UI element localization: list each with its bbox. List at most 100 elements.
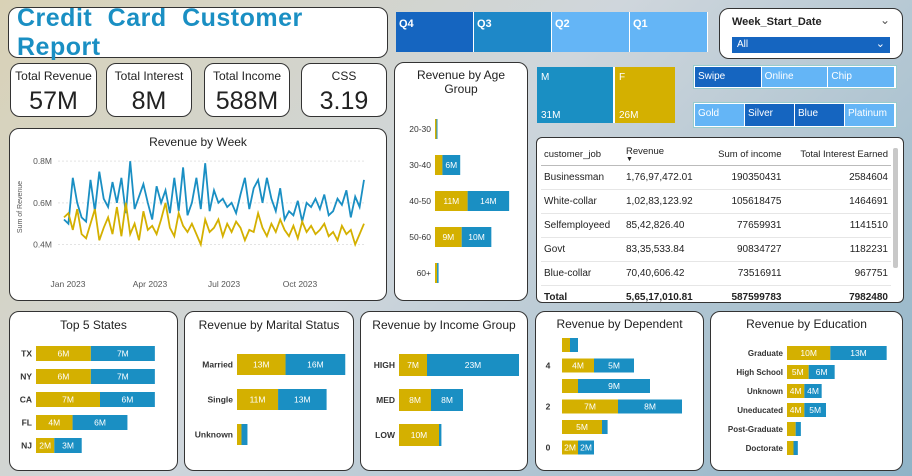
card-silver-button[interactable]: Silver <box>745 104 795 126</box>
bar[interactable] <box>787 422 796 436</box>
chart-title: Revenue by Age Group <box>416 68 506 96</box>
week-slicer-label: Week_Start_Date <box>732 16 822 28</box>
cell: 967751 <box>784 261 891 286</box>
data-label: 7M <box>117 349 129 359</box>
channel-online-button[interactable]: Online <box>761 67 829 87</box>
header-customer-job[interactable]: customer_job <box>541 143 623 166</box>
bar[interactable] <box>435 263 438 283</box>
data-label: 7M <box>62 395 74 405</box>
bar[interactable] <box>435 155 443 175</box>
table-row[interactable]: Selfemployeed 85,42,826.40 77659931 1141510 <box>541 213 891 238</box>
series-line <box>63 161 365 226</box>
chart-title: Revenue by Marital Status <box>198 318 340 332</box>
channel-slicer: Swipe Online Chip <box>694 66 896 88</box>
card-type-slicer: Gold Silver Blue Platinum <box>694 103 896 127</box>
bar[interactable] <box>787 441 794 455</box>
data-label: 8M <box>409 395 421 405</box>
table-row[interactable]: White-collar 1,02,83,123.92 105618475 14646… <box>541 189 891 214</box>
header-interest[interactable]: Total Interest Earned <box>784 143 891 166</box>
cell: 83,35,533.84 <box>623 237 706 262</box>
cell: 1464691 <box>784 189 891 214</box>
bar[interactable] <box>237 424 242 445</box>
category-label: Doctorate <box>746 444 784 453</box>
bar[interactable] <box>793 441 798 455</box>
channel-swipe-button[interactable]: Swipe <box>695 67 762 87</box>
kpi-css: CSS 3.19 <box>301 63 387 117</box>
chevron-down-icon: ⌄ <box>875 38 885 50</box>
cell: Selfemployeed <box>541 213 623 238</box>
y-tick-label: 0.8M <box>33 156 52 166</box>
states-bar-chart: TX 6M 7M NY 6M 7M CA 7M 6M FL 4M 6M NJ 2M 3M <box>20 346 155 453</box>
category-label: Married <box>202 360 233 370</box>
data-label: 2M <box>580 443 592 453</box>
table-scrollbar[interactable] <box>893 148 898 268</box>
table-row[interactable]: Govt 83,35,533.84 90834727 1182231 <box>541 237 891 262</box>
y-tick-label: 2 <box>546 402 551 412</box>
category-label: Uneducated <box>737 406 783 415</box>
income-bar-chart: HIGH 7M 23M MED 8M 8M LOW 10M <box>374 354 519 446</box>
cell: Blue-collar <box>541 261 623 286</box>
bar[interactable] <box>241 424 248 445</box>
category-label: Single <box>207 395 233 405</box>
channel-chip-button[interactable]: Chip <box>828 67 896 87</box>
card-blue-button[interactable]: Blue <box>795 104 845 126</box>
category-label: 30-40 <box>409 160 431 170</box>
quarter-q4-button[interactable]: Q4 <box>396 12 474 52</box>
quarter-q1-button[interactable]: Q1 <box>630 12 708 52</box>
quarter-q3-button[interactable]: Q3 <box>474 12 552 52</box>
bar[interactable] <box>602 420 608 434</box>
data-label: 4M <box>807 386 819 396</box>
bar[interactable] <box>437 263 439 283</box>
header-revenue[interactable]: Revenue ▼ <box>623 143 706 166</box>
cell: 5,65,17,010.81 <box>623 285 706 309</box>
data-label: 16M <box>307 360 324 370</box>
cell: 1182231 <box>784 237 891 262</box>
bar[interactable] <box>570 338 578 352</box>
category-label: Unknown <box>195 430 233 440</box>
marital-chart-card: Revenue by Marital Status Married 13M 16M S… <box>184 311 354 471</box>
cell: 1,02,83,123.92 <box>623 189 706 214</box>
kpi-label: Total Income <box>212 69 282 83</box>
chevron-down-icon[interactable]: ⌄ <box>880 13 890 27</box>
table-row[interactable]: Blue-collar 70,40,606.42 73516911 967751 <box>541 261 891 286</box>
category-label: CA <box>20 395 32 405</box>
bar[interactable] <box>795 422 801 436</box>
table-header-row: customer_job Revenue ▼ Sum of income Tota… <box>541 143 891 166</box>
table-row[interactable]: Businessman 1,76,97,472.01 190350431 258460… <box>541 165 891 190</box>
bar[interactable] <box>562 338 570 352</box>
x-tick-label: Apr 2023 <box>133 279 168 289</box>
week-slicer: Week_Start_Date ⌄ All ⌄ <box>719 8 903 59</box>
header-sum-income[interactable]: Sum of income <box>705 143 785 166</box>
category-label: Post-Graduate <box>728 425 784 434</box>
data-label: 6M <box>58 372 70 382</box>
card-platinum-button[interactable]: Platinum <box>845 104 895 126</box>
week-dropdown[interactable]: All ⌄ <box>732 37 890 53</box>
category-label: FL <box>22 418 32 428</box>
education-bar-chart: Graduate 10M 13M High School 5M 6M Unknown 4M 4M… <box>728 346 887 455</box>
week-chart-card: Revenue by Week 0.4M 0.6M 0.8M Sum of Reven… <box>9 128 387 301</box>
category-label: NJ <box>21 441 32 451</box>
bar[interactable] <box>436 119 438 139</box>
gender-f-tile[interactable]: F 26M <box>615 67 675 123</box>
kpi-label: CSS <box>331 69 357 83</box>
card-gold-button[interactable]: Gold <box>695 104 745 126</box>
data-label: 13M <box>294 395 311 405</box>
quarter-q2-button[interactable]: Q2 <box>552 12 630 52</box>
states-chart-card: Top 5 States TX 6M 7M NY 6M 7M CA 7M 6M FL 4M 6M NJ 2… <box>9 311 178 471</box>
bar[interactable] <box>439 424 442 446</box>
kpi-value: 57M <box>29 87 78 115</box>
sort-desc-icon: ▼ <box>626 156 633 163</box>
education-chart-card: Revenue by Education Graduate 10M 13M High … <box>710 311 903 471</box>
bar[interactable] <box>562 379 578 393</box>
gender-m-label: M <box>541 72 550 83</box>
bar[interactable] <box>435 119 437 139</box>
cell: 190350431 <box>705 165 785 190</box>
y-tick-label: 0 <box>546 443 551 453</box>
marital-bar-chart: Married 13M 16M Single 11M 13M Unknown <box>195 354 346 445</box>
data-label: 6M <box>122 395 134 405</box>
gender-m-tile[interactable]: M 31M <box>537 67 615 123</box>
category-label: NY <box>20 372 32 382</box>
kpi-total-revenue: Total Revenue 57M <box>10 63 97 117</box>
x-tick-label: Jan 2023 <box>51 279 86 289</box>
data-label: 2M <box>39 441 51 451</box>
